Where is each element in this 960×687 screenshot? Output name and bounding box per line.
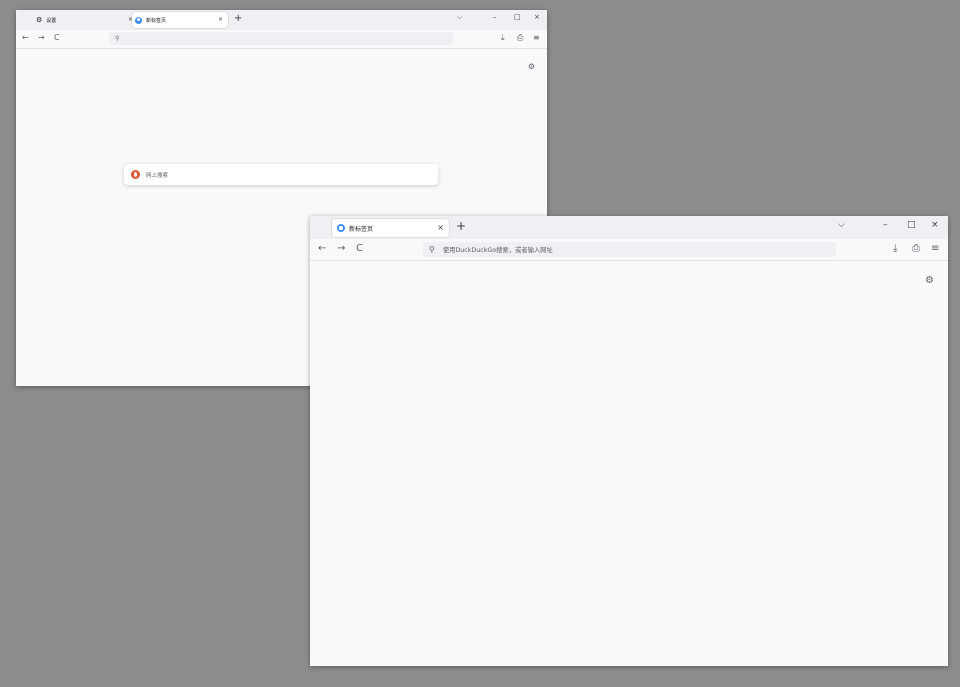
- firefox-icon: [135, 16, 142, 24]
- maximize-button[interactable]: □: [907, 220, 916, 230]
- menu-icon[interactable]: ≡: [931, 243, 939, 254]
- browser-window-front[interactable]: 新标签页 × + ⌵ – □ × ← → C ⚲ 使用DuckDuckGo搜索，…: [310, 216, 948, 666]
- forward-button[interactable]: →: [38, 33, 45, 42]
- maximize-button[interactable]: □: [514, 13, 521, 21]
- menu-icon[interactable]: ≡: [533, 33, 540, 42]
- gear-icon[interactable]: ⚙: [925, 275, 934, 286]
- tab-new-tab[interactable]: 新标签页 ×: [332, 219, 449, 237]
- new-tab-page: ⚙: [310, 261, 948, 666]
- tab-close-button[interactable]: ×: [437, 223, 444, 232]
- new-tab-button[interactable]: +: [234, 13, 242, 24]
- extensions-icon[interactable]: ⎙: [912, 243, 920, 254]
- list-all-tabs-button[interactable]: ⌵: [457, 13, 462, 22]
- url-bar-placeholder: 使用DuckDuckGo搜索，或者输入网址: [442, 247, 553, 254]
- url-bar[interactable]: ⚲: [109, 32, 453, 45]
- search-placeholder: 网上搜索: [146, 172, 169, 179]
- search-icon: ⚲: [115, 35, 120, 42]
- web-search-box[interactable]: 网上搜索: [124, 164, 438, 185]
- tab-close-button[interactable]: ×: [218, 16, 223, 23]
- nav-toolbar: ← → C ⚲ 使用DuckDuckGo搜索，或者输入网址 ⤓ ⎙ ≡: [310, 239, 948, 261]
- reload-button[interactable]: C: [54, 33, 60, 42]
- url-bar[interactable]: ⚲ 使用DuckDuckGo搜索，或者输入网址: [423, 242, 836, 257]
- tab-bar: ⚙ 设置 × 新标签页 × + ⌵ – □ ×: [16, 10, 547, 30]
- duckduckgo-icon: [131, 170, 140, 179]
- back-button[interactable]: ←: [22, 33, 29, 42]
- reload-button[interactable]: C: [356, 243, 363, 254]
- gear-icon: ⚙: [36, 16, 43, 24]
- window-close-button[interactable]: ×: [931, 220, 939, 230]
- forward-button[interactable]: →: [337, 243, 345, 254]
- window-close-button[interactable]: ×: [534, 13, 540, 21]
- tab-label: 新标签页: [349, 225, 374, 233]
- list-all-tabs-button[interactable]: ⌵: [838, 220, 845, 230]
- gear-icon[interactable]: ⚙: [528, 62, 535, 71]
- download-icon[interactable]: ⤓: [893, 243, 897, 254]
- nav-toolbar: ← → C ⚲ ⤓ ⎙ ≡: [16, 30, 547, 49]
- firefox-icon: [337, 224, 345, 232]
- tab-label: 设置: [46, 17, 57, 24]
- extensions-icon[interactable]: ⎙: [517, 33, 523, 43]
- tab-bar: 新标签页 × + ⌵ – □ ×: [310, 216, 948, 239]
- minimize-button[interactable]: –: [883, 220, 888, 230]
- download-icon[interactable]: ⤓: [501, 33, 505, 43]
- tab-new-tab[interactable]: 新标签页 ×: [132, 12, 228, 28]
- tab-label: 新标签页: [146, 17, 167, 24]
- new-tab-button[interactable]: +: [456, 219, 466, 233]
- back-button[interactable]: ←: [318, 243, 326, 254]
- minimize-button[interactable]: –: [493, 13, 497, 21]
- search-icon: ⚲: [429, 245, 435, 254]
- tab-settings[interactable]: ⚙ 设置 ×: [24, 12, 133, 28]
